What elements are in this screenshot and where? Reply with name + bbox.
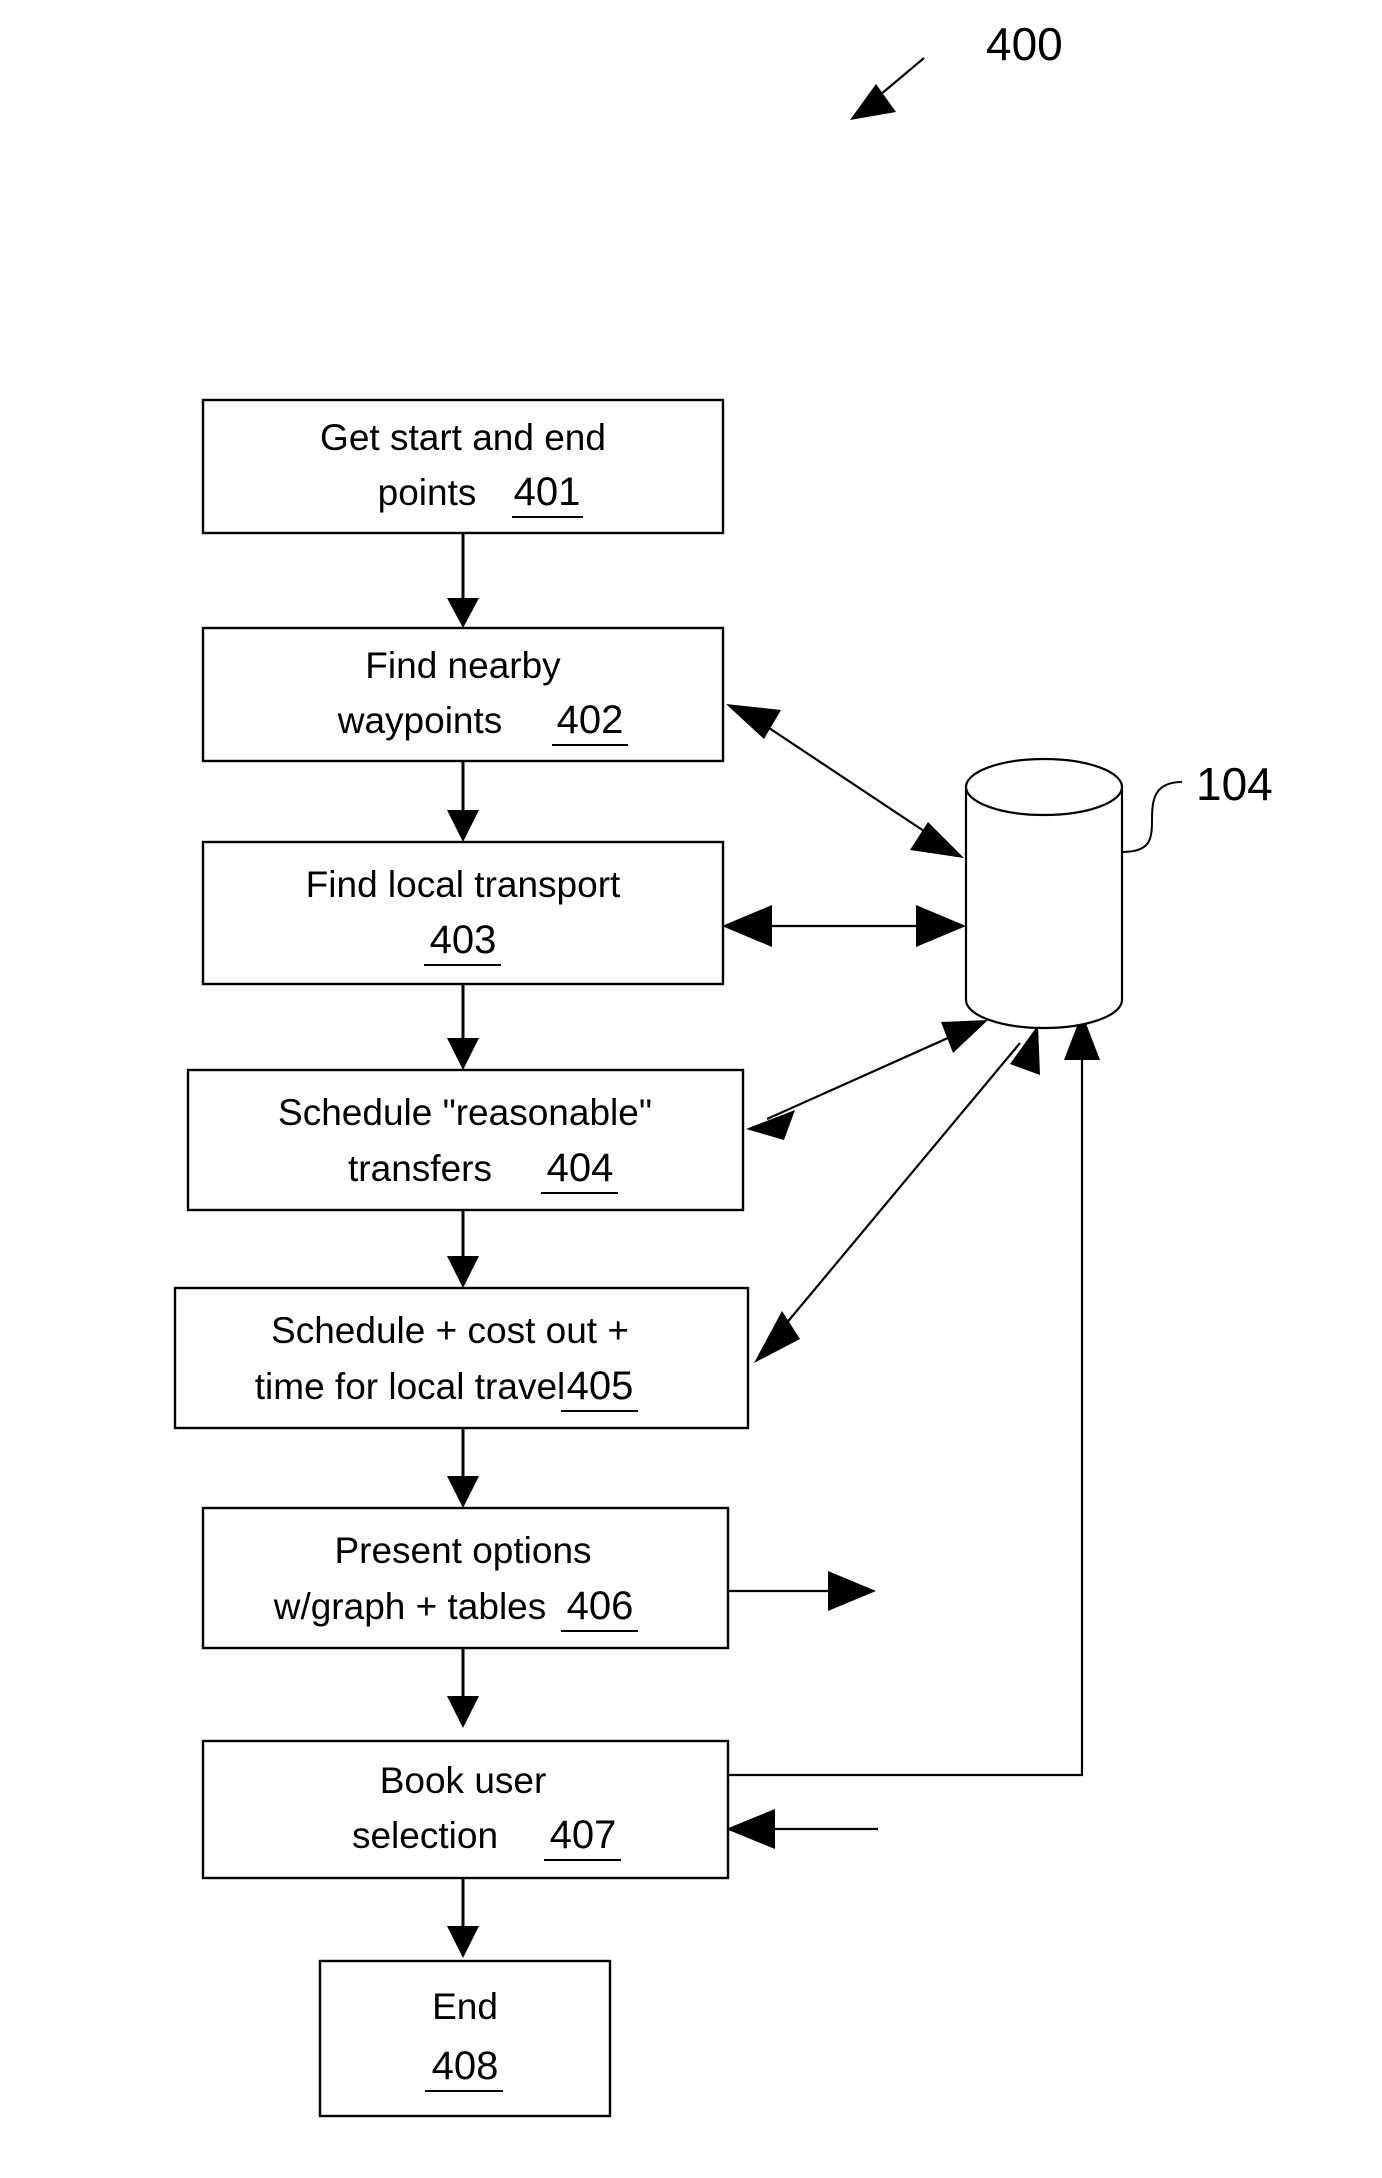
arrow-406-to-407-head: [447, 1696, 479, 1728]
box-401-group[interactable]: Get start and end points 401: [201, 398, 725, 535]
box-402-group[interactable]: Find nearby waypoints 402: [201, 626, 725, 763]
box-406-group[interactable]: Present options w/graph + tables 406: [201, 1506, 730, 1650]
arrow-403-database-head-right: [916, 905, 966, 947]
arrow-403-to-database: [722, 905, 966, 947]
box-405-line2: time for local travel: [255, 1366, 566, 1407]
database-cylinder-group[interactable]: 104: [964, 757, 1273, 1030]
arrow-404-to-405-head: [447, 1256, 479, 1288]
arrow-403-to-404: [447, 984, 479, 1070]
database-ref-104: 104: [1196, 758, 1273, 810]
arrow-405-to-406-head: [447, 1476, 479, 1508]
box-405-ref: 405: [567, 1364, 634, 1408]
arrow-405-to-406: [447, 1428, 479, 1508]
box-406-line1: Present options: [334, 1530, 591, 1571]
box-402-line1: Find nearby: [365, 645, 561, 686]
flowchart-canvas: 400 Get start and end points 401 Find ne…: [173, 18, 1273, 2118]
arrow-402-to-403-head: [447, 810, 479, 842]
box-407-group[interactable]: Book user selection 407: [201, 1739, 730, 1880]
box-405-group[interactable]: Schedule + cost out + time for local tra…: [173, 1286, 750, 1430]
box-407-ref: 407: [550, 1813, 617, 1857]
box-401-ref: 401: [514, 470, 581, 514]
box-408-rect[interactable]: [318, 1959, 612, 2118]
figure-number-400: 400: [986, 18, 1063, 70]
database-cylinder-body[interactable]: [964, 785, 1124, 1030]
box-403-group[interactable]: Find local transport 403: [201, 840, 725, 986]
arrow-404-to-database: [746, 1020, 988, 1140]
arrow-402-to-403: [447, 761, 479, 842]
box-405-line1: Schedule + cost out +: [271, 1310, 629, 1351]
box-404-line2: transfers: [348, 1148, 492, 1189]
box-408-line1: End: [432, 1986, 498, 2027]
arrow-405-to-database: [754, 1025, 1040, 1363]
box-406-rect[interactable]: [201, 1506, 730, 1650]
box-404-group[interactable]: Schedule "reasonable" transfers 404: [186, 1068, 745, 1212]
box-401-line1: Get start and end: [320, 417, 606, 458]
arrow-404-database-head-right: [941, 1020, 988, 1053]
arrow-402-database-head-left: [726, 704, 781, 739]
database-cylinder-top: [964, 757, 1124, 817]
box-407-line2: selection: [352, 1815, 498, 1856]
box-403-line1: Find local transport: [306, 864, 621, 905]
figure-label-group: 400: [850, 18, 1063, 120]
arrow-406-output-head: [828, 1571, 876, 1611]
box-406-ref: 406: [567, 1584, 634, 1628]
box-402-line2: waypoints: [337, 700, 503, 741]
box-408-ref: 408: [432, 2044, 499, 2088]
box-405-rect[interactable]: [173, 1286, 750, 1430]
arrow-407-to-408-head: [447, 1926, 479, 1958]
arrow-406-output-right: [728, 1571, 876, 1611]
arrow-407-to-408: [447, 1878, 479, 1958]
arrow-401-to-402: [447, 533, 479, 628]
arrow-404-database-head-left: [746, 1110, 795, 1140]
arrow-input-to-407-head: [726, 1809, 775, 1849]
box-401-line2: points: [378, 472, 477, 513]
arrow-403-to-404-head: [447, 1038, 479, 1070]
arrow-402-to-database: [726, 704, 964, 858]
box-407-line1: Book user: [380, 1760, 547, 1801]
arrow-401-to-402-head: [447, 598, 479, 628]
box-404-ref: 404: [547, 1146, 614, 1190]
arrow-404-to-405: [447, 1210, 479, 1288]
box-402-ref: 402: [557, 698, 624, 742]
box-403-ref: 403: [430, 918, 497, 962]
patent-figure-400: 400 Get start and end points 401 Find ne…: [0, 0, 1382, 2178]
arrow-406-to-407: [447, 1648, 479, 1728]
box-408-group[interactable]: End 408: [318, 1959, 612, 2118]
arrow-403-database-head-left: [722, 905, 772, 947]
box-406-line2: w/graph + tables: [273, 1586, 547, 1627]
database-leader-line: [1121, 781, 1183, 853]
box-404-rect[interactable]: [186, 1068, 745, 1212]
arrow-input-to-407: [726, 1809, 878, 1849]
box-404-line1: Schedule "reasonable": [278, 1092, 652, 1133]
arrow-405-database-head-left: [754, 1311, 800, 1363]
figure-leader-arrowhead: [850, 84, 896, 120]
